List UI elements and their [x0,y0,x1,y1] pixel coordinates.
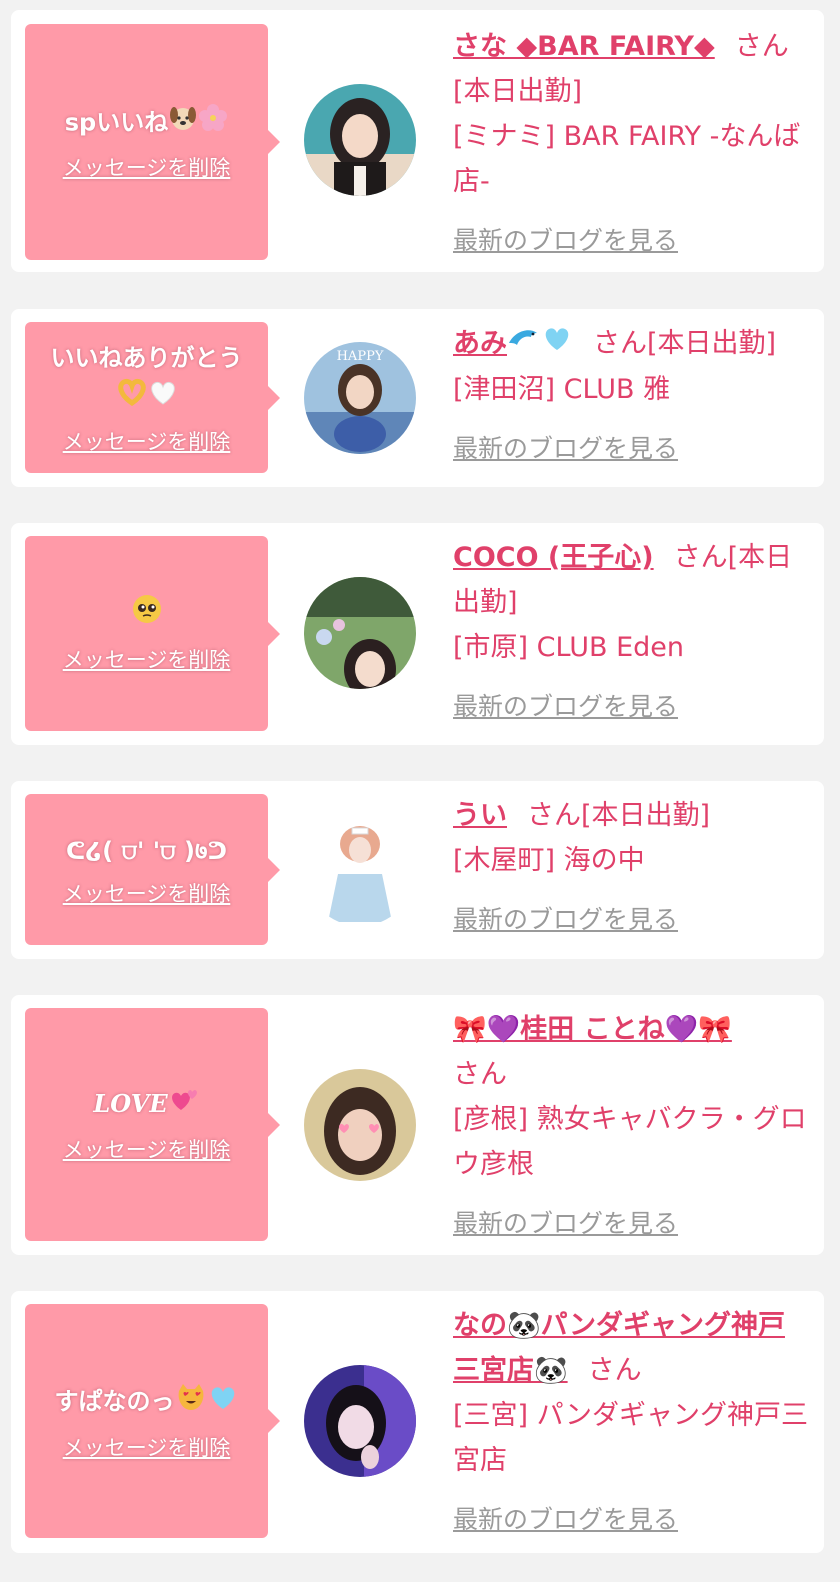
heart-eyes-cat-icon [175,1381,207,1424]
avatar[interactable] [304,1365,416,1477]
san-label: さん [673,542,728,573]
delete-message-button[interactable]: メッセージを削除 [63,644,231,674]
shop-text: [津田沼] CLUB 雅 [453,374,671,405]
pleading-face-icon [131,593,163,636]
shop-text: [市原] CLUB Eden [453,632,684,663]
message-bubble: spいいね メッセージを削除 [25,24,280,260]
message-list: spいいね メッセージを削除 さな ◆BAR FAIRY◆ さん [本日出勤] [… [0,0,840,1582]
message-text-body: ᕦ໒( ⩌' '⩌ )७ᕤ [65,836,228,865]
shop-text: [木屋町] 海の中 [453,845,645,876]
latest-blog-link[interactable]: 最新のブログを見る [453,218,810,263]
shop-text: [三宮] パンダギャング神戸三宮店 [453,1400,808,1476]
svg-text:HAPPY: HAPPY [337,349,384,364]
status-text: [本日出勤] [581,800,711,831]
cast-info: なの🐼パンダギャング神戸三宮店🐼 さん [三宮] パンダギャング神戸三宮店 最新の… [453,1303,810,1542]
cherry-blossom-icon [198,103,228,144]
san-label: さん [453,1059,507,1090]
message-card: ᕦ໒( ⩌' '⩌ )७ᕤ メッセージを削除 うい さん[本日出勤] [木屋町] … [11,781,824,959]
message-bubble: ᕦ໒( ⩌' '⩌ )७ᕤ メッセージを削除 [25,794,280,945]
avatar[interactable] [304,84,416,196]
light-blue-heart-icon [541,322,573,367]
san-label: さん [593,328,647,359]
latest-blog-link[interactable]: 最新のブログを見る [453,1201,810,1246]
cast-name-link[interactable]: うい [453,800,507,831]
delete-message-button[interactable]: メッセージを削除 [63,426,231,456]
delete-message-button[interactable]: メッセージを削除 [63,1134,231,1164]
heart-hands-icon [116,377,148,418]
cast-info: うい さん[本日出勤] [木屋町] 海の中 最新のブログを見る [453,793,810,942]
cast-info: あみ さん[本日出勤] [津田沼] CLUB 雅 最新のブログを見る [453,321,810,471]
cast-info: COCO (王子心) さん[本日出勤] [市原] CLUB Eden 最新のブログ… [453,535,810,729]
message-text-body: いいねありがとう [50,344,243,372]
message-text: ᕦ໒( ⩌' '⩌ )७ᕤ [66,832,227,870]
message-bubble: すぱなのっ メッセージを削除 [25,1304,280,1538]
message-text-body: すぱなのっ [54,1387,175,1415]
shop-text: [彦根] 熟女キャバクラ・グロウ彦根 [453,1104,807,1180]
dog-face-icon [168,103,198,144]
message-card: LOVE メッセージを削除 🎀💜桂田 ことね💜🎀 さん [彦根] 熟女キャバクラ・… [11,995,824,1255]
latest-blog-link[interactable]: 最新のブログを見る [453,1497,810,1542]
avatar[interactable] [304,814,416,926]
delete-message-button[interactable]: メッセージを削除 [63,1432,231,1462]
cast-info: さな ◆BAR FAIRY◆ さん [本日出勤] [ミナミ] BAR FAIRY … [453,24,810,263]
message-text: すぱなのっ [55,1381,239,1424]
message-bubble: LOVE メッセージを削除 [25,1008,280,1241]
message-card: いいねありがとう メッセージを削除 HAPPY あみ さん[本日出勤] [津田沼]… [11,309,824,487]
message-text: いいねありがとう [51,339,243,418]
message-text-body: spいいね [64,108,169,136]
avatar[interactable] [304,577,416,689]
cast-name-link[interactable]: COCO (王子心) [453,542,654,573]
avatar[interactable] [304,1069,416,1181]
cast-info: 🎀💜桂田 ことね💜🎀 さん [彦根] 熟女キャバクラ・グロウ彦根 最新のブログを見… [453,1007,810,1246]
shop-text: [ミナミ] BAR FAIRY -なんば店- [453,121,801,197]
san-label: さん [734,31,789,62]
status-text: [本日出勤] [647,328,777,359]
cast-name-link[interactable]: 🎀💜桂田 ことね💜🎀 [453,1014,732,1045]
latest-blog-link[interactable]: 最新のブログを見る [453,684,810,729]
delete-message-button[interactable]: メッセージを削除 [63,878,231,908]
status-text: [本日出勤] [453,76,583,107]
message-text: LOVE [93,1085,199,1126]
message-text: spいいね [65,103,228,144]
san-label: さん [527,800,581,831]
message-card: spいいね メッセージを削除 さな ◆BAR FAIRY◆ さん [本日出勤] [… [11,10,824,272]
san-label: さん [587,1355,642,1386]
light-blue-heart-icon [207,1382,239,1423]
latest-blog-link[interactable]: 最新のブログを見る [453,426,810,471]
delete-message-button[interactable]: メッセージを削除 [63,152,231,182]
message-card: メッセージを削除 COCO (王子心) さん[本日出勤] [市原] CLUB Ed… [11,523,824,745]
two-hearts-icon [168,1085,200,1126]
message-bubble: メッセージを削除 [25,536,280,731]
message-text-body: LOVE [93,1089,168,1118]
latest-blog-link[interactable]: 最新のブログを見る [453,897,810,942]
white-heart-icon [148,377,178,418]
message-text [131,593,163,636]
dolphin-icon [507,322,541,367]
message-bubble: いいねありがとう メッセージを削除 [25,322,280,473]
message-card: すぱなのっ メッセージを削除 なの🐼パンダギャング神戸三宮店🐼 さん [三宮] パ… [11,1291,824,1553]
cast-name-text: あみ [453,328,507,359]
cast-name-link[interactable]: あみ [453,328,573,359]
avatar[interactable]: HAPPY [304,342,416,454]
cast-name-link[interactable]: さな ◆BAR FAIRY◆ [453,31,715,62]
